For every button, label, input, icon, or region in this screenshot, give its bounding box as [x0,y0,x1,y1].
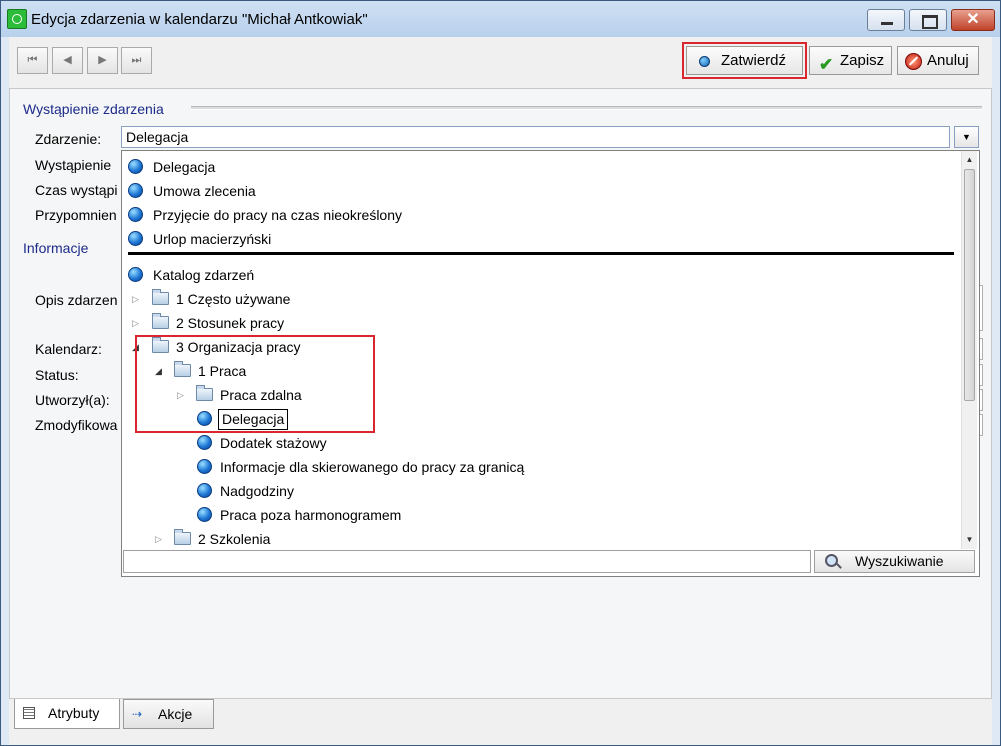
search-button-label: Wyszukiwanie [855,553,944,569]
first-record-button[interactable]: ⏮ [17,47,48,74]
vertical-scrollbar[interactable]: ▲ ▼ [961,151,977,549]
description-label: Opis zdarzen [35,292,118,308]
event-edit-window: Edycja zdarzenia w kalendarzu "Michał An… [0,0,1001,746]
occurrence-label: Wystąpienie [35,157,112,173]
modified-label: Zmodyfikowa [35,417,118,433]
close-icon: ✕ [966,11,980,28]
scroll-down-arrow-icon[interactable]: ▼ [962,532,977,547]
attributes-icon [23,707,35,719]
save-label: Zapisz [840,52,885,69]
last-record-button[interactable]: ⏭ [121,47,152,74]
prev-record-button[interactable]: ◀ [52,47,83,74]
time-label: Czas wystąpi [35,182,118,198]
window-title: Edycja zdarzenia w kalendarzu "Michał An… [31,11,368,28]
status-label: Status: [35,367,79,383]
save-button[interactable]: ✔ Zapisz [809,46,892,75]
info-icon [128,231,143,246]
event-dropdown-list: Delegacja Umowa zlecenia Przyjęcie do pr… [121,150,980,577]
tab-attributes[interactable]: Atrybuty [14,699,120,729]
actions-icon: ⇢ [132,707,143,721]
expand-icon[interactable]: ▷ [155,528,162,549]
folder-icon [152,289,169,305]
info-icon [128,207,143,222]
info-icon [197,507,212,522]
info-icon [128,183,143,198]
confirm-dot-icon [699,56,710,67]
reminder-label: Przypomnien [35,207,117,223]
magnifier-icon [825,554,838,567]
next-record-button[interactable]: ▶ [87,47,118,74]
toolbar: ⏮ ◀ ▶ ⏭ Zatwierdź ✔ Zapisz Anuluj [9,37,992,87]
dropdown-list-area: Delegacja Umowa zlecenia Przyjęcie do pr… [122,151,961,549]
confirm-button[interactable]: Zatwierdź [682,42,807,79]
scroll-up-arrow-icon[interactable]: ▲ [962,152,977,167]
scrollbar-thumb[interactable] [964,169,975,401]
content-area: ⏮ ◀ ▶ ⏭ Zatwierdź ✔ Zapisz Anuluj Wystąp… [9,37,992,745]
info-icon [197,435,212,450]
section-occurrence-title: Wystąpienie zdarzenia [23,101,164,117]
info-icon [197,483,212,498]
expand-icon[interactable]: ▷ [132,288,139,310]
tab-actions[interactable]: ⇢ Akcje [123,699,214,729]
section-divider [191,106,982,110]
info-icon [197,459,212,474]
search-button[interactable]: Wyszukiwanie [814,550,975,573]
expand-icon[interactable]: ▷ [132,312,139,334]
section-info-title: Informacje [23,240,89,256]
close-button[interactable]: ✕ [951,9,995,31]
cancel-button[interactable]: Anuluj [897,46,979,75]
app-icon [7,9,27,29]
list-separator [128,252,954,255]
event-label: Zdarzenie: [35,131,102,147]
title-bar[interactable]: Edycja zdarzenia w kalendarzu "Michał An… [1,1,1000,37]
event-combobox[interactable]: Delegacja [121,126,950,148]
calendar-label: Kalendarz: [35,341,102,357]
folder-icon [152,313,169,329]
minimize-button[interactable] [867,9,905,31]
cancel-icon [905,53,922,70]
cancel-label: Anuluj [927,52,969,69]
checkmark-icon: ✔ [819,55,834,74]
created-label: Utworzył(a): [35,392,110,408]
info-icon [128,159,143,174]
highlight-box [135,335,375,433]
info-icon [128,267,143,282]
search-input[interactable] [123,550,811,573]
combobox-dropdown-button[interactable]: ▼ [954,126,979,148]
confirm-label: Zatwierdź [721,52,787,69]
folder-icon [174,529,191,545]
bottom-tabs: Atrybuty ⇢ Akcje [9,699,992,739]
maximize-button[interactable] [909,9,947,31]
